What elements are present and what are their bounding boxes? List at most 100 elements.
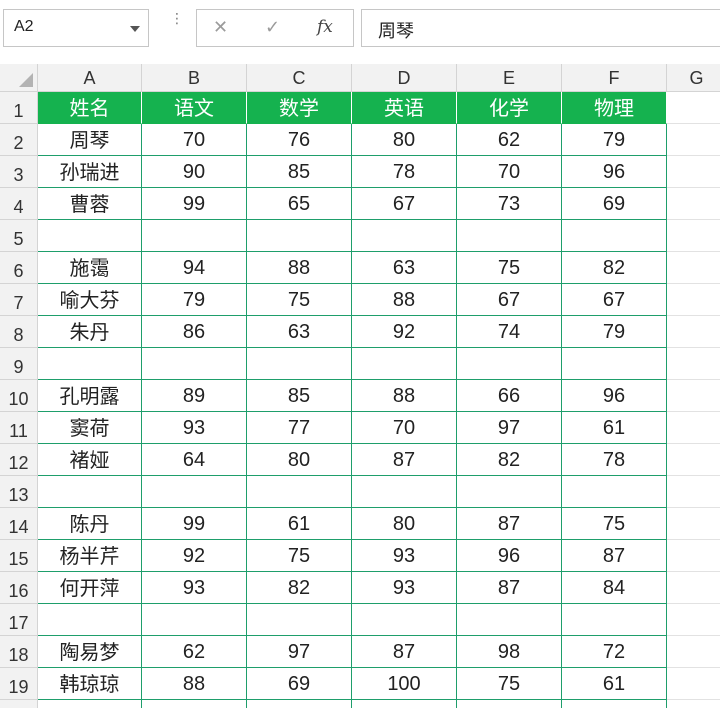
- column-header-a[interactable]: A: [38, 64, 142, 92]
- score-cell[interactable]: 87: [562, 540, 667, 572]
- table-cell[interactable]: [352, 700, 457, 708]
- score-cell[interactable]: 61: [562, 412, 667, 444]
- score-cell[interactable]: 80: [247, 444, 352, 476]
- row-header[interactable]: 3: [0, 156, 38, 188]
- score-cell[interactable]: 78: [562, 444, 667, 476]
- header-cell[interactable]: 数学: [247, 92, 352, 124]
- name-cell[interactable]: 何开萍: [38, 572, 142, 604]
- cancel-icon[interactable]: ✕: [213, 17, 228, 38]
- name-cell[interactable]: 孙瑞进: [38, 156, 142, 188]
- empty-cell[interactable]: [667, 476, 720, 508]
- score-cell[interactable]: 70: [352, 412, 457, 444]
- score-cell[interactable]: [352, 220, 457, 252]
- select-all-corner[interactable]: [0, 64, 38, 92]
- row-header[interactable]: 2: [0, 124, 38, 156]
- score-cell[interactable]: 80: [352, 508, 457, 540]
- row-header[interactable]: 7: [0, 284, 38, 316]
- score-cell[interactable]: [562, 604, 667, 636]
- score-cell[interactable]: [247, 348, 352, 380]
- score-cell[interactable]: 94: [142, 252, 247, 284]
- score-cell[interactable]: 77: [247, 412, 352, 444]
- score-cell[interactable]: [142, 604, 247, 636]
- row-header[interactable]: 19: [0, 668, 38, 700]
- score-cell[interactable]: 73: [457, 188, 562, 220]
- column-header-e[interactable]: E: [457, 64, 562, 92]
- table-cell[interactable]: [457, 700, 562, 708]
- score-cell[interactable]: 97: [457, 412, 562, 444]
- table-cell[interactable]: [38, 700, 142, 708]
- score-cell[interactable]: 87: [457, 508, 562, 540]
- score-cell[interactable]: 85: [247, 156, 352, 188]
- score-cell[interactable]: 84: [562, 572, 667, 604]
- score-cell[interactable]: [457, 348, 562, 380]
- score-cell[interactable]: 92: [142, 540, 247, 572]
- empty-cell[interactable]: [667, 316, 720, 348]
- row-header[interactable]: 4: [0, 188, 38, 220]
- empty-cell[interactable]: [667, 572, 720, 604]
- score-cell[interactable]: 78: [352, 156, 457, 188]
- score-cell[interactable]: 69: [562, 188, 667, 220]
- header-cell[interactable]: 物理: [562, 92, 667, 124]
- score-cell[interactable]: 85: [247, 380, 352, 412]
- row-header[interactable]: [0, 700, 38, 708]
- table-cell[interactable]: [562, 700, 667, 708]
- column-header-c[interactable]: C: [247, 64, 352, 92]
- score-cell[interactable]: 93: [352, 572, 457, 604]
- column-header-f[interactable]: F: [562, 64, 667, 92]
- empty-cell[interactable]: [667, 700, 720, 708]
- score-cell[interactable]: 74: [457, 316, 562, 348]
- name-cell[interactable]: [38, 220, 142, 252]
- more-icon[interactable]: ⋮: [170, 12, 184, 36]
- column-header-g[interactable]: G: [667, 64, 720, 92]
- empty-cell[interactable]: [667, 348, 720, 380]
- empty-cell[interactable]: [667, 124, 720, 156]
- spreadsheet-grid[interactable]: A B C D E F G 1 姓名 语文 数学 英语 化学 物理 2 周琴 70 76 80 62 79 3 孙瑞进 90 8…: [0, 64, 720, 708]
- score-cell[interactable]: 79: [562, 124, 667, 156]
- score-cell[interactable]: 98: [457, 636, 562, 668]
- score-cell[interactable]: 75: [562, 508, 667, 540]
- score-cell[interactable]: 93: [142, 412, 247, 444]
- score-cell[interactable]: [352, 348, 457, 380]
- score-cell[interactable]: [562, 220, 667, 252]
- row-header[interactable]: 10: [0, 380, 38, 412]
- score-cell[interactable]: 63: [352, 252, 457, 284]
- score-cell[interactable]: 70: [142, 124, 247, 156]
- score-cell[interactable]: 96: [562, 156, 667, 188]
- row-header[interactable]: 5: [0, 220, 38, 252]
- empty-cell[interactable]: [667, 188, 720, 220]
- score-cell[interactable]: 64: [142, 444, 247, 476]
- name-cell[interactable]: 陶易梦: [38, 636, 142, 668]
- score-cell[interactable]: [247, 220, 352, 252]
- row-header[interactable]: 13: [0, 476, 38, 508]
- score-cell[interactable]: 82: [457, 444, 562, 476]
- column-header-b[interactable]: B: [142, 64, 247, 92]
- score-cell[interactable]: 82: [247, 572, 352, 604]
- table-cell[interactable]: [247, 700, 352, 708]
- row-header[interactable]: 15: [0, 540, 38, 572]
- name-cell[interactable]: 褚娅: [38, 444, 142, 476]
- row-header[interactable]: 16: [0, 572, 38, 604]
- name-cell[interactable]: 施霭: [38, 252, 142, 284]
- select-all-icon[interactable]: [19, 73, 33, 87]
- score-cell[interactable]: 88: [352, 380, 457, 412]
- empty-cell[interactable]: [667, 380, 720, 412]
- check-icon[interactable]: ✓: [265, 17, 280, 38]
- score-cell[interactable]: 65: [247, 188, 352, 220]
- score-cell[interactable]: 88: [247, 252, 352, 284]
- score-cell[interactable]: 75: [457, 668, 562, 700]
- score-cell[interactable]: [457, 604, 562, 636]
- score-cell[interactable]: 96: [457, 540, 562, 572]
- header-cell[interactable]: 化学: [457, 92, 562, 124]
- score-cell[interactable]: [142, 220, 247, 252]
- score-cell[interactable]: 86: [142, 316, 247, 348]
- header-cell[interactable]: 语文: [142, 92, 247, 124]
- score-cell[interactable]: 67: [562, 284, 667, 316]
- score-cell[interactable]: 96: [562, 380, 667, 412]
- score-cell[interactable]: 88: [142, 668, 247, 700]
- score-cell[interactable]: [562, 348, 667, 380]
- score-cell[interactable]: [457, 476, 562, 508]
- score-cell[interactable]: 92: [352, 316, 457, 348]
- empty-cell[interactable]: [667, 636, 720, 668]
- name-cell[interactable]: 韩琼琼: [38, 668, 142, 700]
- row-header[interactable]: 11: [0, 412, 38, 444]
